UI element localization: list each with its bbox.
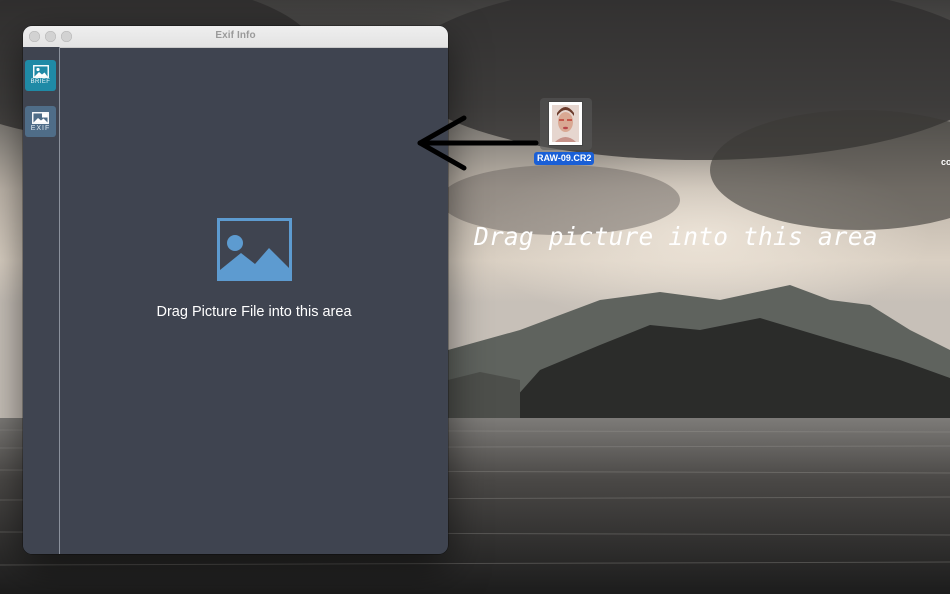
sidebar: BRIEF EXIF: [23, 47, 60, 554]
tab-brief-label: BRIEF: [30, 79, 51, 85]
drop-zone[interactable]: Drag Picture File into this area: [60, 47, 448, 554]
photo-frame-icon: [32, 111, 49, 124]
raw-file-icon[interactable]: [540, 98, 592, 150]
portrait-thumbnail: [549, 102, 582, 145]
tab-brief[interactable]: BRIEF: [25, 60, 56, 91]
title-bar[interactable]: Exif Info: [23, 26, 448, 48]
image-icon: [32, 65, 49, 78]
tab-exif-label: EXIF: [30, 124, 51, 132]
window-title: Exif Info: [215, 30, 256, 41]
file-name-label[interactable]: RAW-09.CR2: [534, 152, 595, 165]
drop-instruction: Drag Picture File into this area: [156, 304, 352, 320]
tab-exif[interactable]: EXIF: [25, 106, 56, 137]
desktop-hint-text: Drag picture into this area: [474, 222, 878, 251]
exif-info-window: Exif Info BRIEF EXIF Drag Picture File i…: [23, 26, 448, 554]
image-placeholder-icon: [217, 218, 292, 286]
left-arrow-icon: [414, 114, 539, 177]
edge-label: co: [941, 157, 950, 167]
